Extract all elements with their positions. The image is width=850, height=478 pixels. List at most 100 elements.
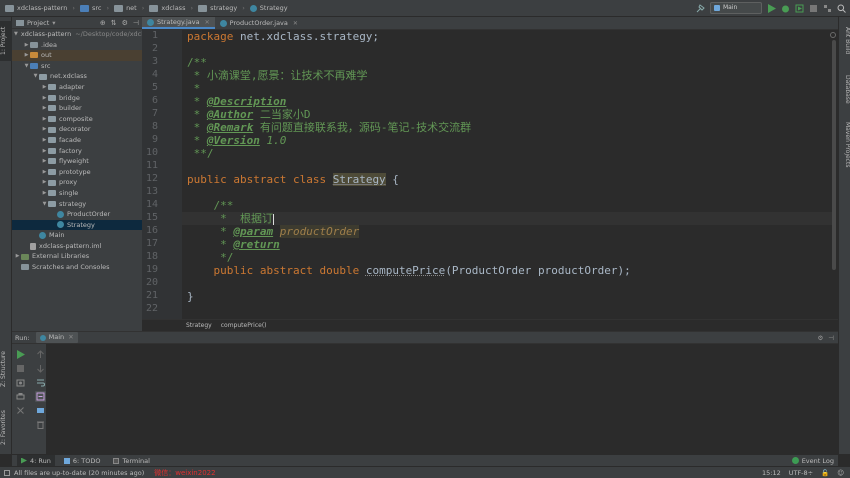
debug-icon[interactable]: [781, 4, 790, 13]
chevron-right-icon[interactable]: ▶: [14, 251, 21, 262]
tree-node[interactable]: ▶ decorator: [12, 124, 142, 135]
print-output-icon[interactable]: [36, 406, 45, 415]
structure-tool-tab[interactable]: Z: Structure: [0, 347, 12, 392]
tree-node[interactable]: Main: [12, 230, 142, 241]
chevron-right-icon[interactable]: ▶: [41, 135, 48, 146]
down-arrow-icon[interactable]: [36, 364, 45, 373]
close-icon[interactable]: ✕: [205, 19, 210, 26]
chevron-right-icon[interactable]: ▶: [41, 103, 48, 114]
tree-node[interactable]: Scratches and Consoles: [12, 262, 142, 273]
print-icon[interactable]: [16, 392, 25, 401]
camera-icon[interactable]: [16, 378, 25, 387]
nav-crumb-src[interactable]: src ›: [79, 4, 109, 12]
chevron-down-icon[interactable]: ▼: [41, 199, 48, 210]
toggle-tool-windows-icon[interactable]: [4, 469, 10, 476]
tree-node[interactable]: ▶ single: [12, 188, 142, 199]
chevron-right-icon[interactable]: ▶: [23, 50, 30, 61]
scroll-to-end-icon[interactable]: [35, 391, 46, 402]
tab-strategy-java[interactable]: Strategy.java ✕: [142, 17, 215, 29]
tree-node[interactable]: ▼ strategy: [12, 199, 142, 210]
nav-crumb-xdclass[interactable]: xdclass ›: [149, 4, 193, 12]
tree-node[interactable]: ▶ out: [12, 50, 142, 61]
tree-node[interactable]: ▶ factory: [12, 146, 142, 157]
chevron-down-icon[interactable]: ▼: [32, 71, 39, 82]
chevron-right-icon[interactable]: ▶: [41, 114, 48, 125]
gear-icon[interactable]: ⚙: [122, 19, 128, 27]
project-tool-tab[interactable]: 1: Project: [0, 21, 12, 61]
tree-node[interactable]: ▶ flyweight: [12, 156, 142, 167]
breadcrumb-method[interactable]: computePrice(): [221, 322, 267, 329]
stop-icon[interactable]: [809, 4, 818, 13]
structure-icon[interactable]: [823, 4, 832, 13]
soft-wrap-icon[interactable]: [36, 378, 46, 387]
run-icon[interactable]: [767, 3, 776, 13]
rerun-icon[interactable]: [16, 350, 25, 359]
collapse-icon[interactable]: ⇅: [111, 19, 117, 27]
tab-productorder-java[interactable]: ProductOrder.java ✕: [215, 17, 303, 29]
tab-run[interactable]: 4: Run: [17, 455, 55, 466]
nav-crumb-class[interactable]: Strategy: [249, 4, 288, 12]
chevron-down-icon[interactable]: ▾: [52, 19, 55, 27]
chevron-right-icon[interactable]: ▶: [41, 146, 48, 157]
up-arrow-icon[interactable]: [36, 350, 45, 359]
coverage-icon[interactable]: [795, 4, 804, 13]
maven-projects-tab[interactable]: Maven Projects: [840, 122, 850, 182]
tree-node[interactable]: ▶ External Libraries: [12, 251, 142, 262]
code-editor[interactable]: package net.xdclass.strategy; /** * 小滴课堂…: [182, 30, 838, 319]
favorites-tool-tab[interactable]: 2: Favorites: [0, 405, 12, 450]
ant-build-tab[interactable]: Ant Build: [840, 27, 850, 69]
caret-position[interactable]: 15:12: [762, 469, 781, 477]
tree-node[interactable]: ▶ prototype: [12, 167, 142, 178]
chevron-right-icon[interactable]: ▶: [41, 167, 48, 178]
tree-node[interactable]: ▶ proxy: [12, 177, 142, 188]
tree-node[interactable]: ▶ .idea: [12, 40, 142, 51]
close-icon[interactable]: ✕: [68, 332, 73, 343]
chevron-right-icon[interactable]: ▶: [41, 188, 48, 199]
nav-crumb-project[interactable]: xdclass-pattern ›: [5, 4, 75, 12]
close-icon[interactable]: ✕: [293, 20, 298, 27]
locate-icon[interactable]: ⊕: [100, 19, 106, 27]
nav-crumb-strategy[interactable]: strategy ›: [198, 4, 245, 12]
trash-icon[interactable]: [36, 420, 45, 429]
event-log-button[interactable]: Event Log: [791, 457, 834, 465]
hide-icon[interactable]: ⊣: [828, 334, 834, 342]
stop-icon[interactable]: [16, 364, 25, 373]
file-encoding[interactable]: UTF-8÷: [789, 469, 813, 477]
tree-node[interactable]: ▼ src: [12, 61, 142, 72]
chevron-down-icon[interactable]: ▼: [23, 61, 30, 72]
inspector-icon[interactable]: ☺: [837, 469, 844, 477]
lock-icon[interactable]: 🔓: [821, 469, 829, 477]
close-icon[interactable]: [16, 406, 25, 415]
chevron-right-icon[interactable]: ▶: [41, 156, 48, 167]
chevron-right-icon[interactable]: ▶: [41, 82, 48, 93]
tree-node[interactable]: ▶ facade: [12, 135, 142, 146]
database-tab[interactable]: Database: [840, 75, 850, 117]
chevron-down-icon[interactable]: ▼: [14, 29, 18, 40]
tree-node[interactable]: ▼xdclass-pattern~/Desktop/code/xdclass: [12, 29, 142, 40]
tree-node[interactable]: ▶ builder: [12, 103, 142, 114]
chevron-right-icon[interactable]: ▶: [41, 93, 48, 104]
gear-icon[interactable]: ⚙: [818, 334, 824, 342]
tree-node[interactable]: ▼ net.xdclass: [12, 71, 142, 82]
nav-crumb-net[interactable]: net ›: [114, 4, 144, 12]
tab-terminal[interactable]: Terminal: [109, 455, 153, 466]
run-config-select[interactable]: Main: [710, 2, 762, 14]
tree-node[interactable]: ProductOrder: [12, 209, 142, 220]
run-tab-main[interactable]: Main ✕: [35, 332, 78, 343]
search-icon[interactable]: [837, 4, 846, 13]
project-view-select[interactable]: Project: [27, 19, 49, 27]
hide-icon[interactable]: ⊣: [133, 19, 139, 27]
tree-node[interactable]: Strategy: [12, 219, 142, 231]
chevron-right-icon[interactable]: ▶: [41, 124, 48, 135]
tree-node[interactable]: xdclass-pattern.iml: [12, 241, 142, 252]
editor-scrollbar[interactable]: [832, 40, 836, 270]
tree-node[interactable]: ▶ adapter: [12, 82, 142, 93]
chevron-right-icon[interactable]: ▶: [23, 40, 30, 51]
tree-node[interactable]: ▶ bridge: [12, 93, 142, 104]
tab-todo[interactable]: 6: TODO: [60, 455, 105, 466]
chevron-right-icon[interactable]: ▶: [41, 177, 48, 188]
build-hammer-icon[interactable]: [696, 3, 705, 13]
run-console[interactable]: [46, 344, 838, 454]
breadcrumb-class[interactable]: Strategy: [186, 322, 212, 329]
tree-node[interactable]: ▶ composite: [12, 114, 142, 125]
